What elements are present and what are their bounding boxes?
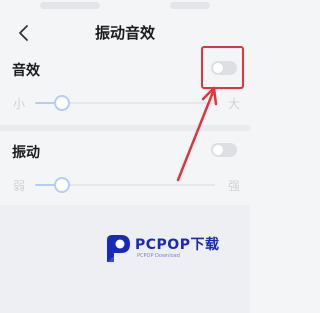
watermark-subtitle: PCPOP Download <box>137 253 180 259</box>
annotation-arrow <box>176 86 218 182</box>
watermark: PCPOP下载 PCPOP Download <box>103 232 233 266</box>
watermark-brand: PCPOP下载 <box>135 237 220 253</box>
pcpop-logo-icon <box>107 235 130 262</box>
